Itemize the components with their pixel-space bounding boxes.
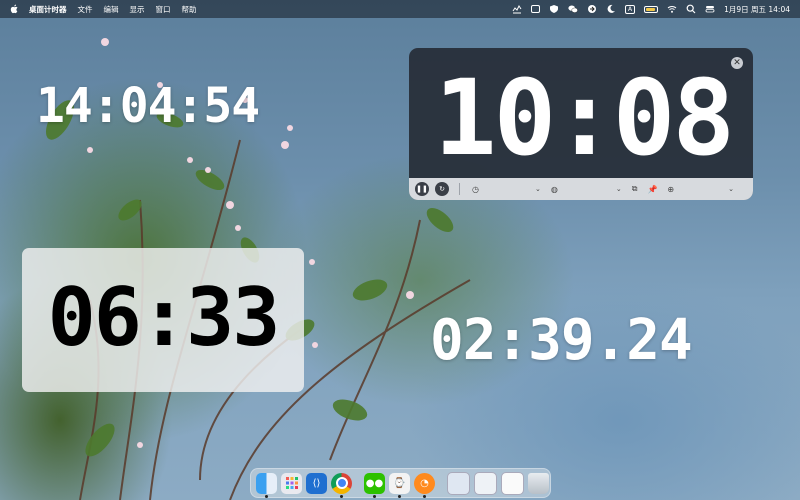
pause-button[interactable]: ❚❚ xyxy=(415,182,429,196)
theme-chevron-down-icon[interactable]: ⌄ xyxy=(616,185,622,193)
desktop-timer-app-icon[interactable]: ⌚ xyxy=(389,472,410,498)
launchpad-icon[interactable] xyxy=(281,472,302,494)
menu-view[interactable]: 显示 xyxy=(130,4,145,15)
reset-button[interactable]: ↻ xyxy=(435,182,449,196)
running-indicator xyxy=(398,494,401,498)
battery-level xyxy=(646,7,655,11)
wechat-icon[interactable] xyxy=(568,4,578,14)
toolbar-divider xyxy=(459,183,460,195)
circle-arrow-icon[interactable] xyxy=(587,4,597,14)
control-center-icon[interactable] xyxy=(705,4,715,14)
wifi-icon[interactable] xyxy=(667,4,677,14)
running-indicator xyxy=(340,494,343,498)
timer-toolbar: ❚❚ ↻ ◷ ⌄ ◍ ⌄ ⧉ 📌 ⊕ ⌄ xyxy=(409,178,753,200)
running-indicator xyxy=(423,494,426,498)
screenshot-thumbnail-icon[interactable] xyxy=(501,471,524,495)
shield-icon[interactable] xyxy=(549,4,559,14)
menu-file[interactable]: 文件 xyxy=(78,4,93,15)
window-thumbnail-icon[interactable] xyxy=(447,471,470,495)
clock-widget-time[interactable]: 14:04:54 xyxy=(36,78,260,134)
timer-widget-light[interactable]: 06:33 xyxy=(22,248,304,392)
timer-icon[interactable]: ◷ xyxy=(472,185,479,194)
copy-icon[interactable]: ⧉ xyxy=(632,184,638,194)
trash-icon[interactable] xyxy=(528,472,549,494)
moon-icon[interactable] xyxy=(606,4,616,14)
input-method-indicator[interactable]: A xyxy=(624,4,636,14)
menu-window[interactable]: 窗口 xyxy=(156,4,171,15)
reset-icon: ↻ xyxy=(439,185,445,193)
more-chevron-down-icon[interactable]: ⌄ xyxy=(728,185,734,193)
running-indicator xyxy=(373,494,376,498)
app-status-icon[interactable] xyxy=(530,5,540,13)
finder-icon[interactable] xyxy=(256,472,277,498)
countdown-display: 06:33 xyxy=(47,271,281,364)
search-icon[interactable] xyxy=(686,4,696,14)
clock-app-icon[interactable]: ◔ xyxy=(414,472,435,498)
close-button[interactable]: ✕ xyxy=(731,57,743,69)
chrome-icon[interactable] xyxy=(331,472,352,498)
status-graph-icon[interactable] xyxy=(512,4,522,14)
timer-display: 10:08 xyxy=(433,57,735,179)
menu-help[interactable]: 帮助 xyxy=(182,4,197,15)
dock: ⟨⟩ ●● ⌚ ◔ xyxy=(250,468,551,498)
timer-mode-chevron-down-icon[interactable]: ⌄ xyxy=(535,185,541,193)
stopwatch-display[interactable]: 02:39.24 xyxy=(430,308,693,373)
palette-icon[interactable]: ◍ xyxy=(551,185,558,194)
menu-app-name[interactable]: 桌面计时器 xyxy=(29,4,67,15)
running-indicator xyxy=(265,494,268,498)
menu-bar-left: 桌面计时器 文件 编辑 显示 窗口 帮助 xyxy=(0,4,208,15)
apple-icon[interactable] xyxy=(10,4,19,14)
pause-icon: ❚❚ xyxy=(416,185,428,193)
window-thumbnail-icon[interactable] xyxy=(474,471,497,495)
battery-icon[interactable] xyxy=(644,5,659,13)
app-grid-icon xyxy=(285,477,298,489)
timer-widget-dark[interactable]: 10:08 ✕ ❚❚ ↻ ◷ ⌄ ◍ ⌄ ⧉ 📌 ⊕ ⌄ xyxy=(409,48,753,200)
pin-icon[interactable]: 📌 xyxy=(647,185,657,194)
wechat-app-icon[interactable]: ●● xyxy=(364,472,385,498)
close-icon: ✕ xyxy=(733,58,741,68)
menu-bar-right: A 1月9日 周五 14:04 xyxy=(512,4,800,15)
chrome-center xyxy=(335,477,348,489)
vscode-icon[interactable]: ⟨⟩ xyxy=(306,472,327,494)
menu-edit[interactable]: 编辑 xyxy=(104,4,119,15)
menu-bar-clock[interactable]: 1月9日 周五 14:04 xyxy=(724,4,790,15)
globe-icon[interactable]: ⊕ xyxy=(667,185,674,194)
menu-bar: 桌面计时器 文件 编辑 显示 窗口 帮助 A 1月9日 周五 14:04 xyxy=(0,0,800,18)
